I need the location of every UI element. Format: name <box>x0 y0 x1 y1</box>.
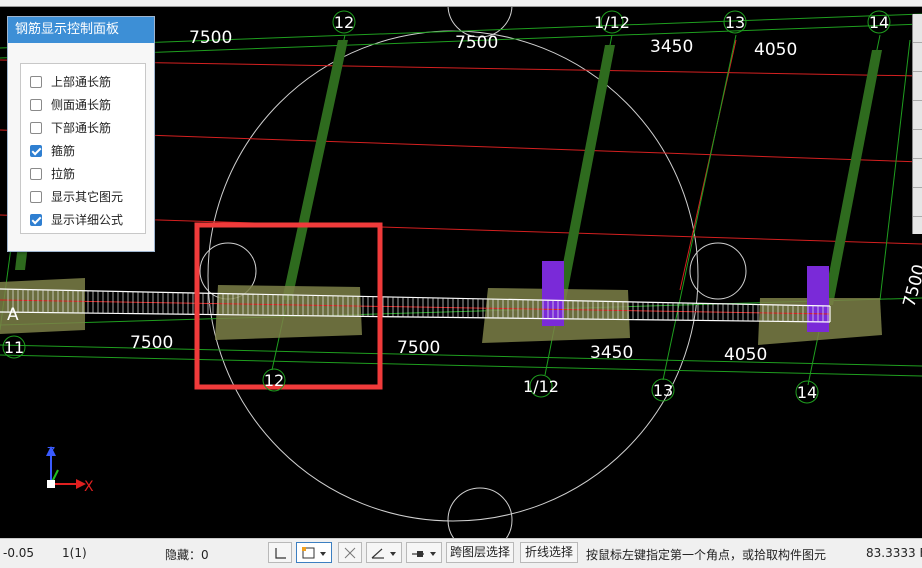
snap-dropdown[interactable] <box>406 542 442 563</box>
coordinate-axes-icon: Z X <box>46 445 94 495</box>
row-label-a: A <box>7 305 19 325</box>
dim-top-4: 4050 <box>754 40 797 60</box>
axis-label-top-13: 13 <box>725 13 745 32</box>
select-box-icon <box>302 547 326 559</box>
axis-label-bottom-12: 12 <box>264 371 284 390</box>
dim-top-3: 3450 <box>650 37 693 57</box>
toolbar-button[interactable] <box>913 188 922 217</box>
checkbox[interactable] <box>30 98 42 111</box>
slanted-beam <box>282 40 348 300</box>
dim-bottom-1: 7500 <box>130 333 173 353</box>
polyline-select-button[interactable]: 折线选择 <box>520 542 578 563</box>
panel-title: 钢筋显示控制面板 <box>8 17 154 43</box>
option-stirrup[interactable]: 箍筋 <box>21 139 145 162</box>
toolbar-button[interactable] <box>913 101 922 130</box>
checkbox[interactable] <box>30 121 42 134</box>
select-mode-dropdown[interactable] <box>296 542 332 563</box>
stirrup-beam <box>0 288 831 323</box>
toolbar-button[interactable] <box>913 72 922 101</box>
axis-label-bottom-11: 11 <box>4 338 24 357</box>
view-circle <box>207 30 699 522</box>
angle-dropdown[interactable] <box>366 542 402 563</box>
cross-icon <box>344 547 356 559</box>
scale-readout: 83.3333 F <box>866 546 922 560</box>
axis-label-bottom-14: 14 <box>797 383 817 402</box>
status-prompt: 按鼠标左键指定第一个角点，或拾取构件图元 <box>586 548 827 562</box>
checkbox[interactable] <box>30 144 42 157</box>
toolbar-button[interactable] <box>913 43 922 72</box>
option-side-continuous-rebar[interactable]: 侧面通长筋 <box>21 93 145 116</box>
right-toolbar <box>912 14 922 234</box>
checkbox[interactable] <box>30 190 42 203</box>
checkbox[interactable] <box>30 167 42 180</box>
dim-top-1: 7500 <box>189 28 232 48</box>
dim-bottom-4: 4050 <box>724 345 767 365</box>
axis-line <box>662 34 737 381</box>
x-axis-label: X <box>84 479 94 495</box>
coordinate-readout: -0.05 <box>3 546 35 560</box>
axis-label-bottom-1-12: 1/12 <box>523 377 559 396</box>
dim-top-2: 7500 <box>455 33 498 53</box>
top-axis-bubbles: 12 1/12 13 14 <box>332 10 891 34</box>
dim-bottom-2: 7500 <box>397 338 440 358</box>
axis-label-top-14: 14 <box>869 13 889 32</box>
rebar-display-control-panel[interactable]: 钢筋显示控制面板 上部通长筋 侧面通长筋 下部通长筋 箍筋 拉筋 显示其它图元 … <box>7 16 155 252</box>
dim-bottom-3: 3450 <box>590 343 633 363</box>
toolbar-button[interactable] <box>913 130 922 159</box>
snap-circle-bottom <box>447 487 513 538</box>
toolbar-button[interactable] <box>913 14 922 43</box>
slanted-beam <box>556 45 615 300</box>
layer-readout: 1(1) <box>62 546 87 560</box>
option-bottom-continuous-rebar[interactable]: 下部通长筋 <box>21 116 145 139</box>
axis-label-bottom-13: 13 <box>653 381 673 400</box>
hidden-count: 隐藏：0 <box>165 548 209 562</box>
axis-label-top-1-12: 1/12 <box>594 13 630 32</box>
angle-icon <box>371 548 396 559</box>
cross-select-button[interactable] <box>338 542 362 563</box>
toolbar-button[interactable] <box>913 159 922 188</box>
beam-pad <box>215 285 362 340</box>
option-show-other-elements[interactable]: 显示其它图元 <box>21 185 145 208</box>
ortho-icon <box>275 548 286 559</box>
panel-options: 上部通长筋 侧面通长筋 下部通长筋 箍筋 拉筋 显示其它图元 显示详细公式 <box>20 63 146 234</box>
axis-line <box>879 39 911 301</box>
cross-layer-select-button[interactable]: 跨图层选择 <box>446 542 514 563</box>
status-bar: -0.05 1(1) 隐藏：0 跨图层选择 折线选择 按鼠标左键指定第一个角点，… <box>0 538 922 568</box>
checkbox[interactable] <box>30 75 42 88</box>
checkbox[interactable] <box>30 213 42 226</box>
dim-side: 7500 <box>900 262 922 309</box>
ortho-toggle[interactable] <box>268 542 292 563</box>
grid-line <box>0 354 922 377</box>
snap-icon <box>412 551 436 557</box>
top-toolbar-edge <box>0 0 922 7</box>
axis-label-top-12: 12 <box>334 13 354 32</box>
slanted-beam <box>823 50 882 305</box>
option-tie-bar[interactable]: 拉筋 <box>21 162 145 185</box>
z-axis-label: Z <box>47 445 55 459</box>
option-show-detailed-formula[interactable]: 显示详细公式 <box>21 208 145 231</box>
option-top-continuous-rebar[interactable]: 上部通长筋 <box>21 70 145 93</box>
